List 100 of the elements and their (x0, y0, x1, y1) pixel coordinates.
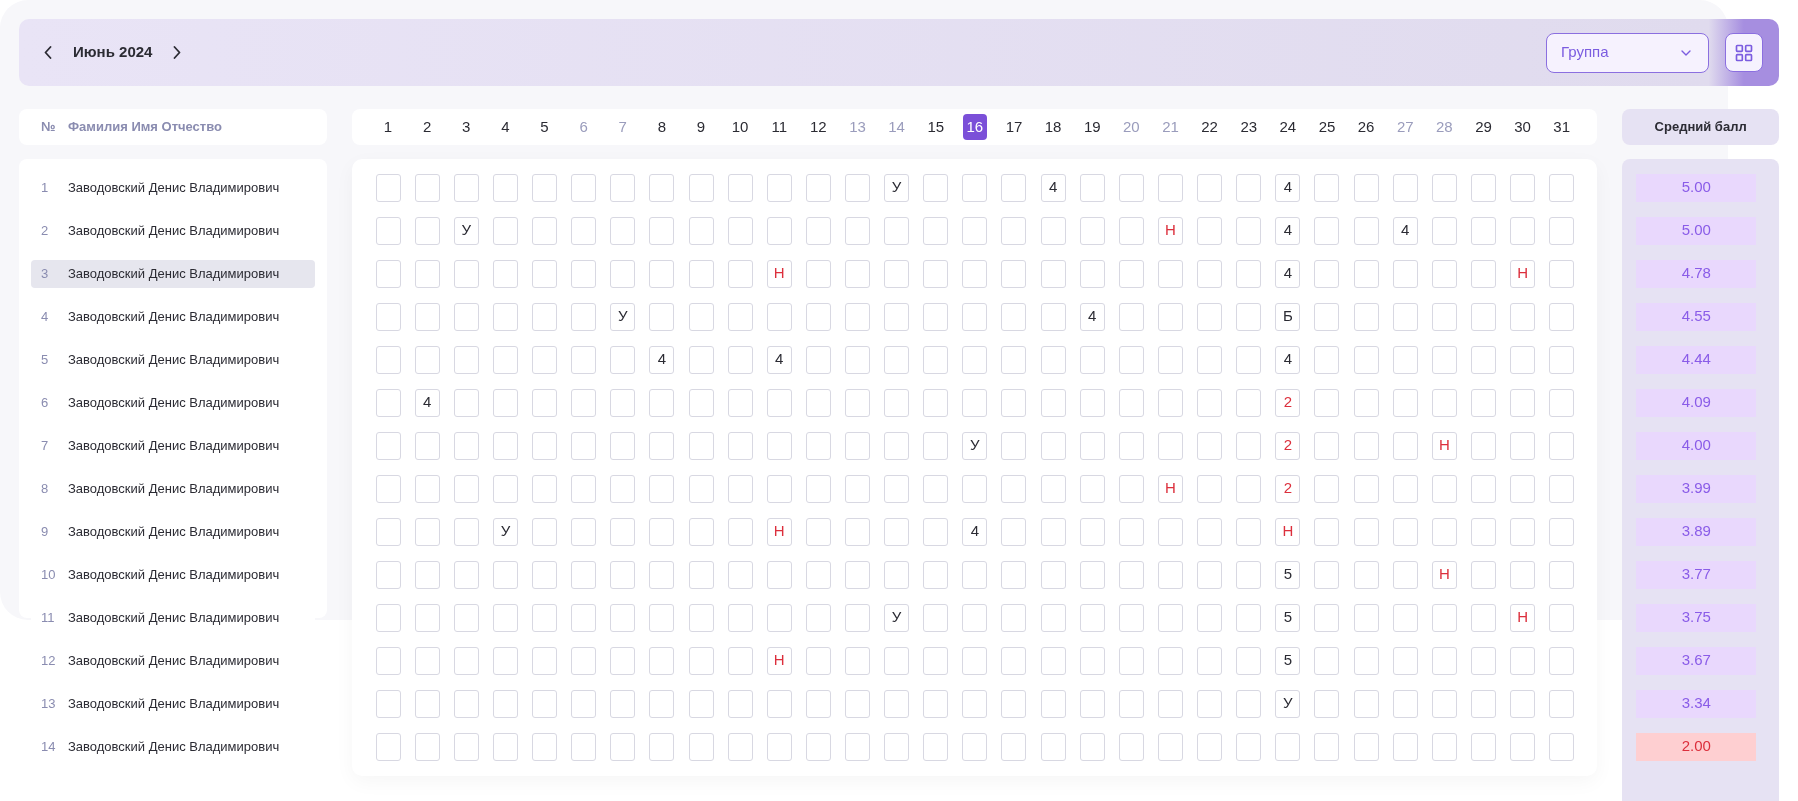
mark-cell[interactable] (1001, 732, 1027, 761)
mark-cell[interactable] (1236, 732, 1262, 761)
mark-cell[interactable]: У (453, 216, 479, 245)
mark-cell[interactable] (1040, 560, 1066, 589)
mark-cell[interactable] (610, 560, 636, 589)
mark-cell[interactable] (610, 388, 636, 417)
mark-cell[interactable] (453, 603, 479, 632)
mark-cell[interactable] (1392, 646, 1418, 675)
mark-cell[interactable]: У (492, 517, 518, 546)
mark-cell[interactable]: Н (1158, 216, 1183, 245)
mark-cell[interactable] (532, 259, 557, 288)
day-number[interactable]: 5 (532, 114, 557, 140)
mark-cell[interactable] (1392, 431, 1418, 460)
mark-cell[interactable]: У (884, 173, 910, 202)
mark-cell[interactable]: У (610, 302, 636, 331)
mark-cell[interactable] (649, 388, 675, 417)
mark-cell[interactable] (1431, 345, 1457, 374)
day-number[interactable]: 17 (1002, 114, 1026, 140)
mark-cell[interactable] (1236, 560, 1262, 589)
mark-cell[interactable]: 4 (649, 345, 675, 374)
mark-cell[interactable] (1079, 173, 1105, 202)
mark-cell[interactable] (1079, 603, 1105, 632)
mark-cell[interactable] (727, 388, 753, 417)
mark-cell[interactable] (375, 646, 401, 675)
mark-cell[interactable] (1314, 216, 1340, 245)
mark-cell[interactable] (649, 646, 675, 675)
mark-cell[interactable] (1549, 646, 1575, 675)
mark-cell[interactable] (1118, 345, 1144, 374)
mark-cell[interactable] (414, 517, 440, 546)
mark-cell[interactable] (1275, 732, 1301, 761)
day-number[interactable]: 25 (1314, 114, 1339, 140)
mark-cell[interactable] (1470, 732, 1496, 761)
mark-cell[interactable] (1197, 517, 1223, 546)
mark-cell[interactable] (453, 302, 479, 331)
mark-cell[interactable] (1079, 560, 1105, 589)
mark-cell[interactable] (414, 646, 440, 675)
mark-cell[interactable] (766, 560, 792, 589)
mark-cell[interactable] (375, 560, 401, 589)
mark-cell[interactable] (727, 560, 753, 589)
mark-cell[interactable] (805, 173, 831, 202)
mark-cell[interactable] (1470, 345, 1496, 374)
mark-cell[interactable] (1470, 173, 1496, 202)
mark-cell[interactable] (1040, 216, 1066, 245)
mark-cell[interactable] (923, 431, 949, 460)
mark-cell[interactable]: 4 (1275, 216, 1301, 245)
mark-cell[interactable] (1040, 517, 1066, 546)
mark-cell[interactable] (727, 603, 753, 632)
mark-cell[interactable] (688, 216, 714, 245)
mark-cell[interactable] (1314, 560, 1340, 589)
mark-cell[interactable] (1001, 388, 1027, 417)
mark-cell[interactable] (845, 302, 870, 331)
mark-cell[interactable] (1392, 474, 1418, 503)
mark-cell[interactable] (1118, 474, 1144, 503)
mark-cell[interactable]: 4 (766, 345, 792, 374)
mark-cell[interactable] (532, 431, 557, 460)
mark-cell[interactable] (492, 646, 518, 675)
mark-cell[interactable] (1549, 689, 1575, 718)
mark-cell[interactable] (375, 732, 401, 761)
mark-cell[interactable] (532, 345, 557, 374)
mark-cell[interactable] (923, 689, 949, 718)
mark-cell[interactable] (1158, 560, 1183, 589)
mark-cell[interactable] (1079, 431, 1105, 460)
mark-cell[interactable] (610, 689, 636, 718)
mark-cell[interactable] (1392, 689, 1418, 718)
mark-cell[interactable] (649, 603, 675, 632)
mark-cell[interactable] (1431, 732, 1457, 761)
mark-cell[interactable] (649, 560, 675, 589)
mark-cell[interactable] (1353, 560, 1379, 589)
mark-cell[interactable] (766, 173, 792, 202)
mark-cell[interactable] (688, 302, 714, 331)
mark-cell[interactable]: Б (1275, 302, 1301, 331)
mark-cell[interactable] (1158, 732, 1183, 761)
mark-cell[interactable] (1392, 732, 1418, 761)
mark-cell[interactable] (1510, 560, 1536, 589)
mark-cell[interactable] (1079, 345, 1105, 374)
mark-cell[interactable] (532, 302, 557, 331)
mark-cell[interactable] (1353, 474, 1379, 503)
mark-cell[interactable] (766, 431, 792, 460)
mark-cell[interactable] (1079, 259, 1105, 288)
mark-cell[interactable] (571, 216, 597, 245)
mark-cell[interactable]: Н (1510, 603, 1536, 632)
mark-cell[interactable] (492, 173, 518, 202)
mark-cell[interactable] (1510, 216, 1536, 245)
mark-cell[interactable] (571, 646, 597, 675)
mark-cell[interactable] (884, 560, 910, 589)
mark-cell[interactable] (571, 517, 597, 546)
mark-cell[interactable] (962, 474, 988, 503)
mark-cell[interactable] (453, 517, 479, 546)
day-number[interactable]: 22 (1197, 114, 1222, 140)
mark-cell[interactable] (375, 173, 401, 202)
mark-cell[interactable] (610, 259, 636, 288)
mark-cell[interactable] (1040, 302, 1066, 331)
mark-cell[interactable] (1197, 646, 1223, 675)
mark-cell[interactable] (805, 517, 831, 546)
mark-cell[interactable] (805, 732, 831, 761)
mark-cell[interactable] (962, 173, 988, 202)
mark-cell[interactable] (688, 689, 714, 718)
mark-cell[interactable] (453, 345, 479, 374)
mark-cell[interactable] (805, 689, 831, 718)
mark-cell[interactable] (1353, 646, 1379, 675)
